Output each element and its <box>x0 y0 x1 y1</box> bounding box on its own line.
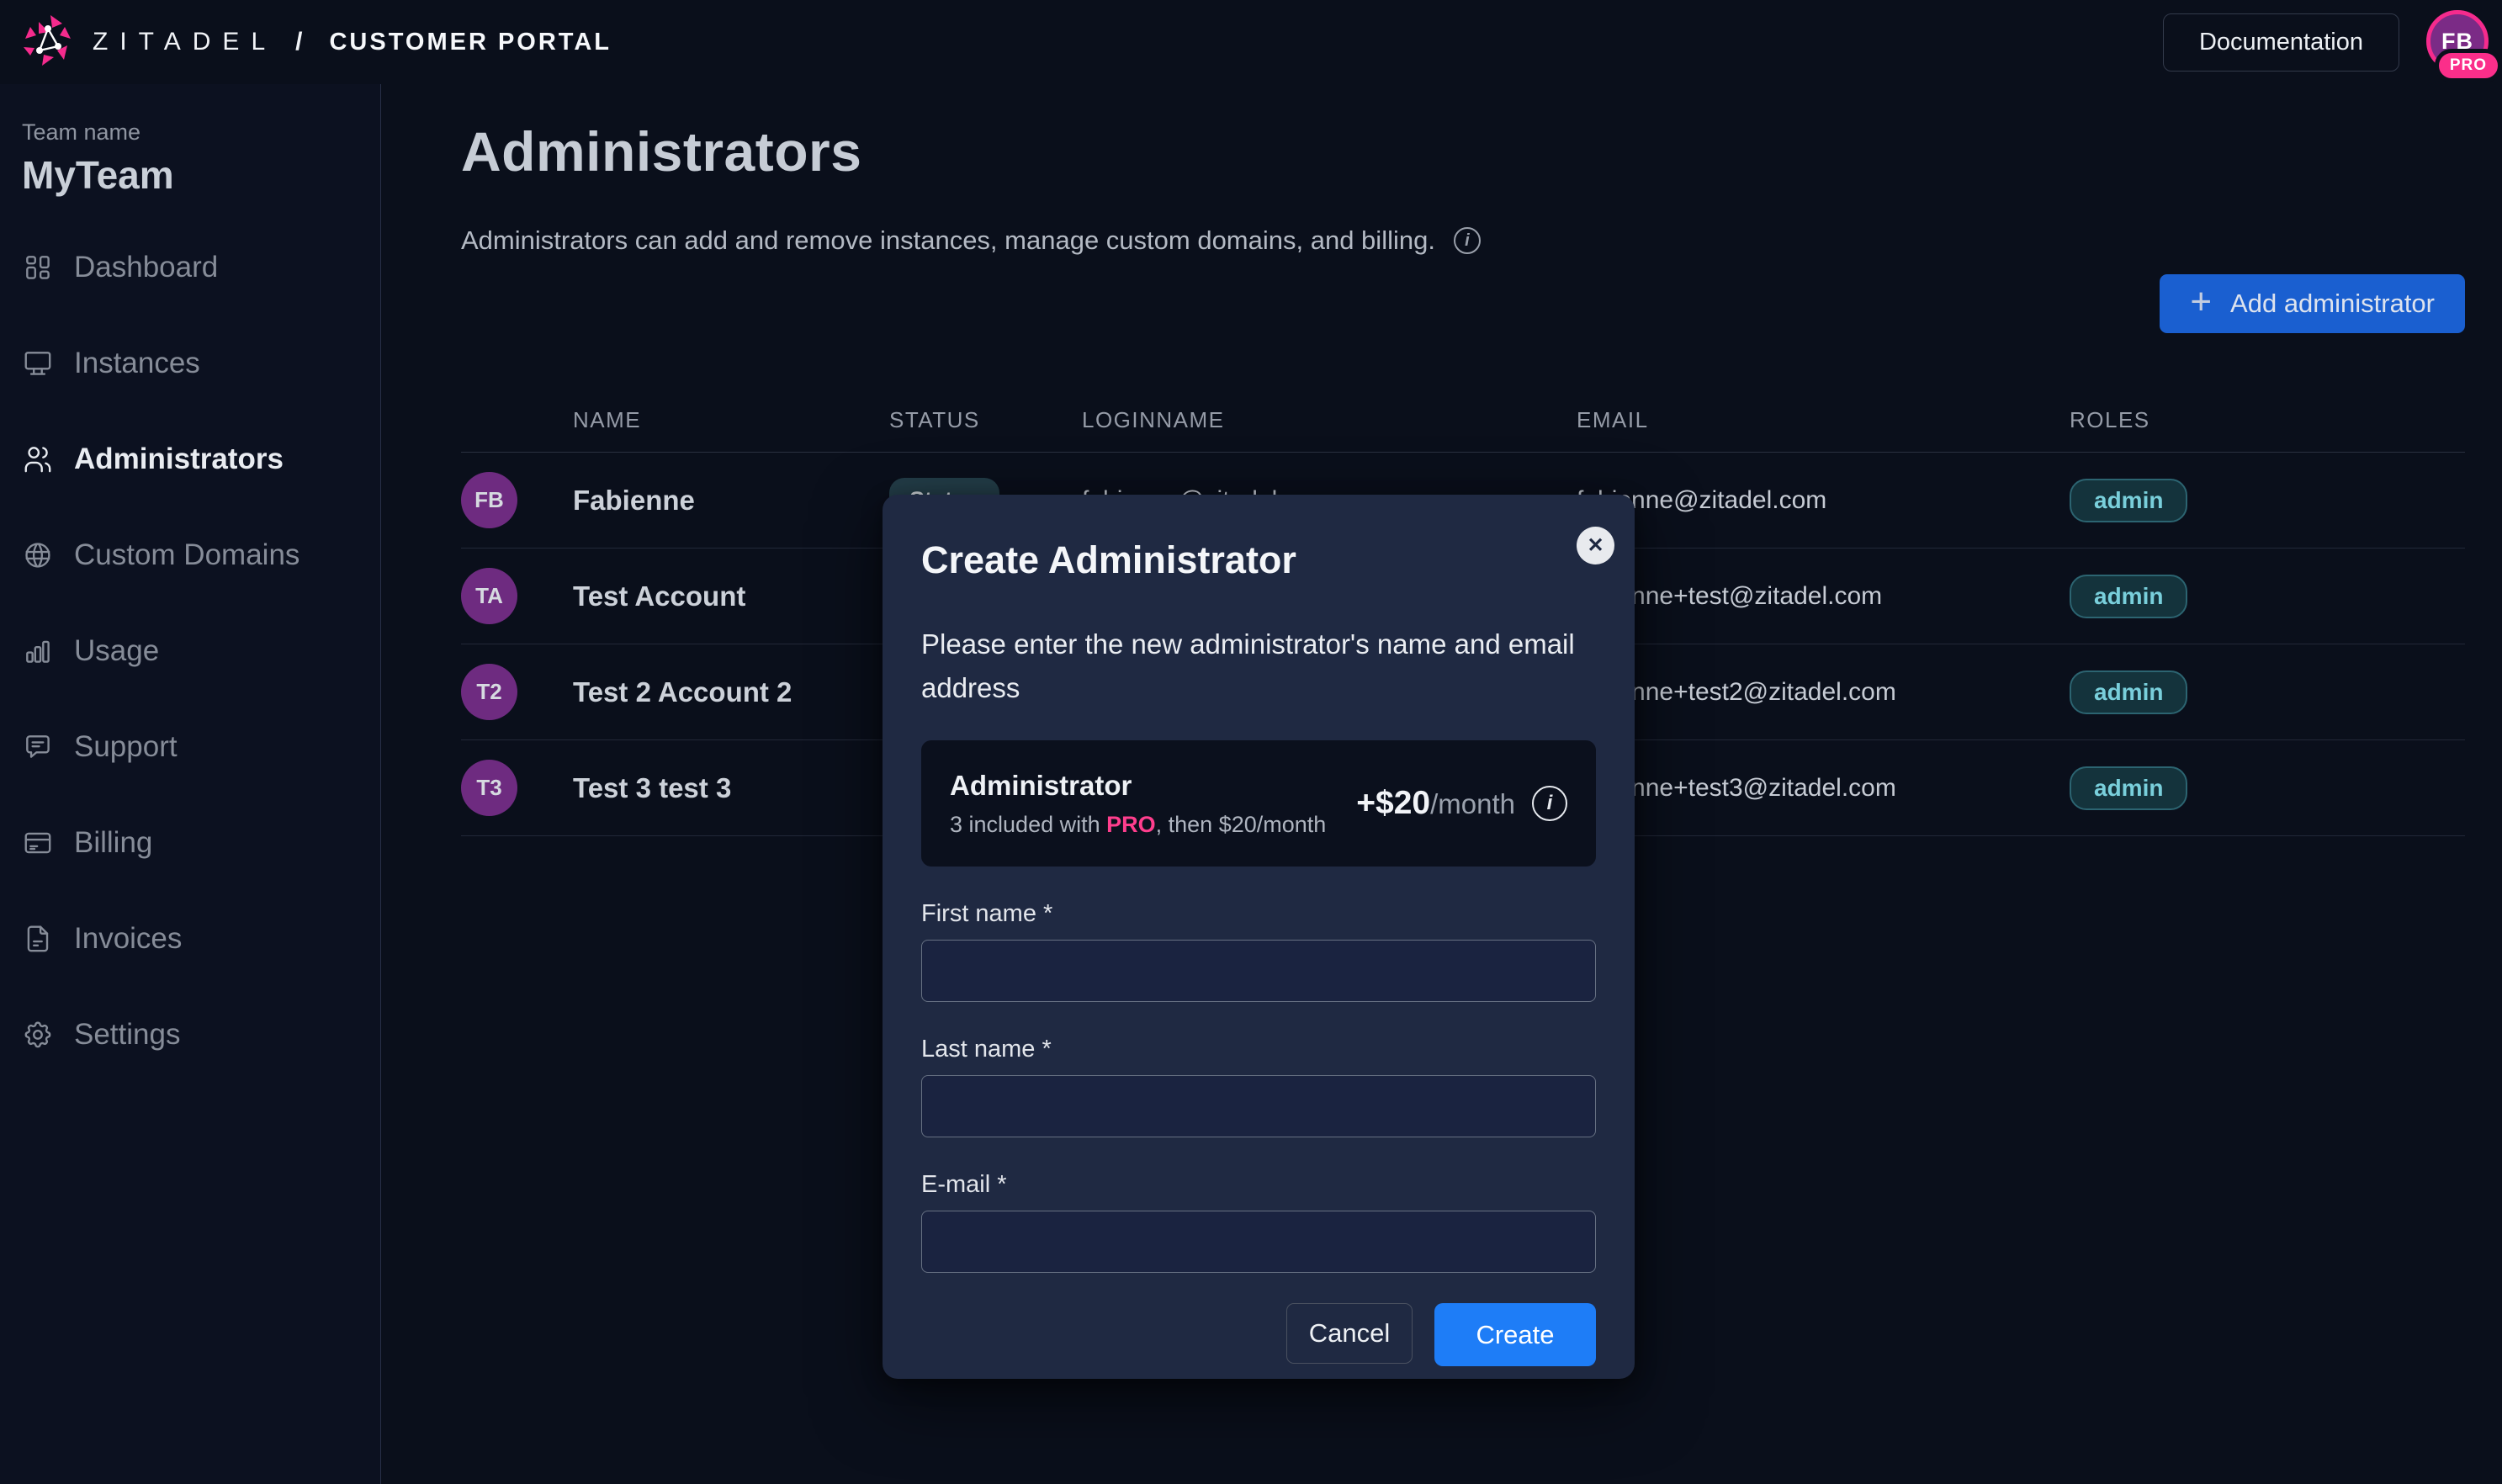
header-name: NAME <box>573 407 889 433</box>
create-administrator-dialog: ✕ Create Administrator Please enter the … <box>883 495 1635 1379</box>
page-description: Administrators can add and remove instan… <box>461 225 1435 256</box>
plan-included-suffix: , then $20/month <box>1156 812 1327 837</box>
plan-price-amount: +$20 <box>1356 785 1430 821</box>
row-email: fabienne+test@zitadel.com <box>1577 582 2070 611</box>
email-label: E-mail * <box>921 1171 1596 1199</box>
role-badge: admin <box>2070 479 2187 522</box>
dialog-description: Please enter the new administrator's nam… <box>921 623 1577 710</box>
info-icon[interactable]: i <box>1454 227 1481 254</box>
row-avatar: TA <box>461 568 517 624</box>
usage-chart-icon <box>22 635 54 667</box>
sidebar-item-invoices[interactable]: Invoices <box>22 891 380 987</box>
sidebar-item-billing[interactable]: Billing <box>22 795 380 891</box>
last-name-label: Last name * <box>921 1036 1596 1063</box>
billing-card-icon <box>22 827 54 859</box>
sidebar-item-label: Dashboard <box>74 251 218 284</box>
header-status: STATUS <box>889 407 1082 433</box>
email-field[interactable] <box>921 1211 1596 1273</box>
row-email: fabienne+test3@zitadel.com <box>1577 774 2070 803</box>
invoices-file-icon <box>22 923 54 955</box>
page-title: Administrators <box>461 119 2465 183</box>
user-avatar[interactable]: FB PRO <box>2426 10 2490 74</box>
plan-price-period: /month <box>1430 788 1515 819</box>
role-badge: admin <box>2070 670 2187 714</box>
sidebar-item-support[interactable]: Support <box>22 699 380 795</box>
dialog-title: Create Administrator <box>921 538 1596 582</box>
sidebar-item-instances[interactable]: Instances <box>22 315 380 411</box>
plan-name: Administrator <box>950 770 1326 802</box>
header-roles: ROLES <box>2070 407 2465 433</box>
cancel-button[interactable]: Cancel <box>1286 1303 1413 1364</box>
first-name-label: First name * <box>921 900 1596 928</box>
settings-gear-icon <box>22 1019 54 1051</box>
sidebar-item-dashboard[interactable]: Dashboard <box>22 220 380 315</box>
app-title: CUSTOMER PORTAL <box>329 29 612 56</box>
row-name: Test 2 Account 2 <box>573 676 889 708</box>
header-email: EMAIL <box>1577 407 2070 433</box>
globe-icon <box>22 539 54 571</box>
pro-badge: PRO <box>2435 49 2502 82</box>
plan-included-prefix: 3 included with <box>950 812 1106 837</box>
add-administrator-button[interactable]: + Add administrator <box>2160 274 2465 333</box>
last-name-field[interactable] <box>921 1075 1596 1137</box>
brand-separator: / <box>295 28 302 56</box>
dashboard-icon <box>22 252 54 284</box>
add-administrator-label: Add administrator <box>2230 289 2435 319</box>
topbar: ZITADEL / CUSTOMER PORTAL Documentation … <box>0 0 2502 84</box>
plus-icon: + <box>2190 284 2212 321</box>
close-icon[interactable]: ✕ <box>1577 527 1614 564</box>
documentation-button[interactable]: Documentation <box>2163 13 2399 72</box>
sidebar-item-label: Administrators <box>74 443 284 476</box>
row-avatar: T3 <box>461 760 517 816</box>
sidebar-item-usage[interactable]: Usage <box>22 603 380 699</box>
plan-price: +$20/month <box>1356 785 1515 822</box>
create-button[interactable]: Create <box>1434 1303 1596 1366</box>
sidebar-item-label: Invoices <box>74 922 182 956</box>
row-email: fabienne+test2@zitadel.com <box>1577 678 2070 707</box>
sidebar-item-label: Instances <box>74 347 200 380</box>
sidebar-item-label: Usage <box>74 634 159 668</box>
role-badge: admin <box>2070 766 2187 810</box>
support-chat-icon <box>22 731 54 763</box>
row-name: Test 3 test 3 <box>573 772 889 804</box>
price-info-icon[interactable]: i <box>1532 786 1567 821</box>
sidebar: Team name MyTeam Dashboard Instances <box>0 84 381 1484</box>
plan-price-box: Administrator 3 included with PRO, then … <box>921 740 1596 867</box>
sidebar-item-custom-domains[interactable]: Custom Domains <box>22 507 380 603</box>
sidebar-item-label: Billing <box>74 826 152 860</box>
header-loginname: LOGINNAME <box>1082 407 1577 433</box>
first-name-field[interactable] <box>921 940 1596 1002</box>
sidebar-item-label: Custom Domains <box>74 538 299 572</box>
row-name: Fabienne <box>573 485 889 517</box>
row-email: fabienne@zitadel.com <box>1577 486 2070 515</box>
administrators-icon <box>22 443 54 475</box>
sidebar-item-label: Settings <box>74 1018 180 1052</box>
role-badge: admin <box>2070 575 2187 618</box>
zitadel-logo-icon <box>20 13 74 72</box>
plan-included-text: 3 included with PRO, then $20/month <box>950 812 1326 838</box>
sidebar-item-administrators[interactable]: Administrators <box>22 411 380 507</box>
team-name: MyTeam <box>22 152 380 198</box>
row-avatar: T2 <box>461 664 517 720</box>
team-name-label: Team name <box>22 119 380 146</box>
sidebar-item-label: Support <box>74 730 178 764</box>
table-header-row: NAME STATUS LOGINNAME EMAIL ROLES <box>461 389 2465 453</box>
brand-name: ZITADEL <box>93 28 277 56</box>
zitadel-home-link[interactable]: ZITADEL / CUSTOMER PORTAL <box>20 13 612 72</box>
row-avatar: FB <box>461 472 517 528</box>
row-name: Test Account <box>573 580 889 612</box>
sidebar-item-settings[interactable]: Settings <box>22 987 380 1083</box>
instances-icon <box>22 347 54 379</box>
plan-pro-label: PRO <box>1106 812 1156 837</box>
